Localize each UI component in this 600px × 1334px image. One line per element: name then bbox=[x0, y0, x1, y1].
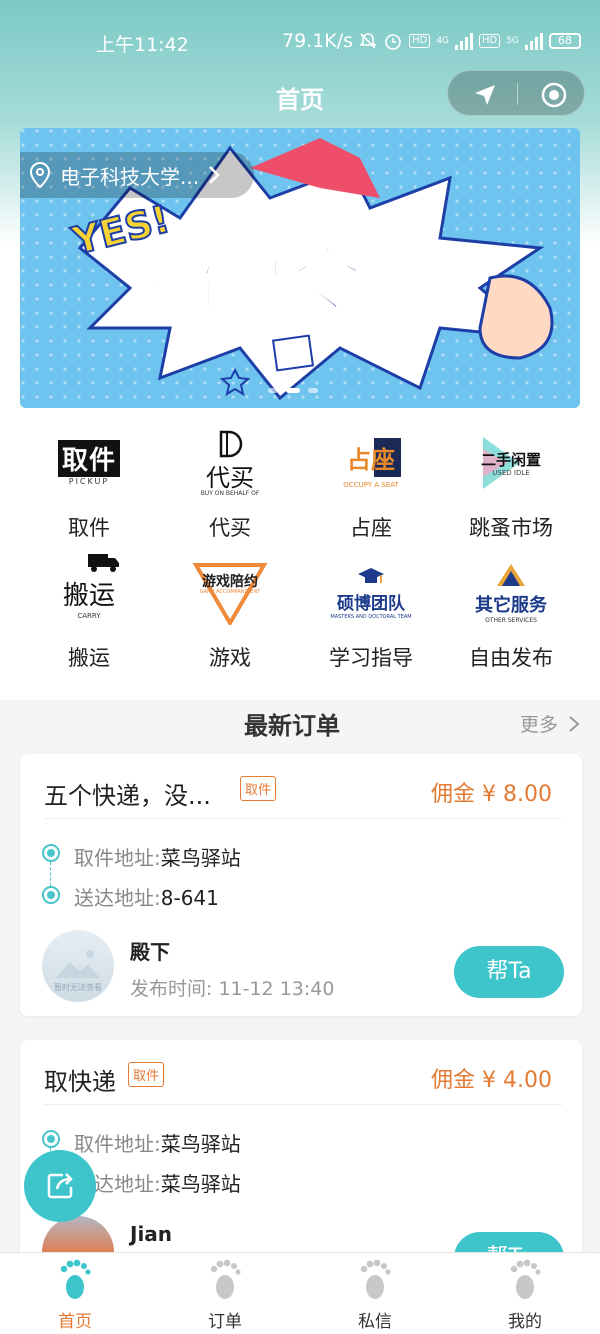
pickup-dot-icon bbox=[42, 1130, 60, 1148]
banner-dot[interactable] bbox=[286, 388, 300, 393]
mini-program-capsule bbox=[447, 70, 585, 116]
footprint-icon bbox=[60, 1259, 91, 1299]
banner-dot[interactable] bbox=[308, 388, 318, 393]
banner-pagination bbox=[268, 388, 318, 393]
avatar-caption: 暂时无法查看 bbox=[54, 983, 102, 992]
service-carry[interactable]: 搬运 CARRY 搬运 bbox=[14, 548, 164, 672]
close-miniprogram-icon[interactable] bbox=[540, 81, 568, 109]
chevron-right-icon bbox=[569, 716, 580, 732]
banner-dot[interactable] bbox=[268, 388, 278, 393]
study-logo-icon: 硕博团队 MASTERS AND DOCTORAL TEAM bbox=[296, 548, 446, 638]
service-label: 代买 bbox=[209, 516, 251, 540]
mute-icon bbox=[359, 33, 378, 49]
order-type-tag: 取件 bbox=[128, 1062, 165, 1087]
order-type-tag: 取件 bbox=[240, 776, 277, 801]
footprint-icon bbox=[510, 1259, 541, 1299]
status-bar: 上午11:42 79.1K/s HD 4G HD 5G 68 bbox=[0, 24, 600, 60]
network-type-4g: 4G bbox=[436, 36, 450, 46]
capsule-divider bbox=[517, 83, 518, 105]
publisher-name: Jian bbox=[130, 1222, 173, 1246]
footprint-icon bbox=[210, 1259, 241, 1299]
signal-icon bbox=[455, 32, 474, 50]
tab-messages[interactable]: 私信 bbox=[300, 1259, 450, 1332]
carry-logo-icon: 搬运 CARRY bbox=[14, 548, 164, 638]
service-label: 学习指导 bbox=[329, 646, 413, 670]
tab-label: 我的 bbox=[508, 1312, 542, 1332]
tab-orders[interactable]: 订单 bbox=[150, 1259, 300, 1332]
service-label: 自由发布 bbox=[469, 646, 553, 670]
network-speed: 79.1K/s bbox=[282, 30, 354, 52]
campus-location-selector[interactable]: 电子科技大学... bbox=[20, 152, 254, 198]
tab-label: 私信 bbox=[358, 1312, 392, 1332]
service-label: 游戏 bbox=[209, 646, 251, 670]
campus-name: 电子科技大学... bbox=[60, 164, 200, 189]
tab-label: 订单 bbox=[208, 1312, 242, 1332]
battery-icon: 68 bbox=[548, 33, 581, 49]
help-button[interactable]: 帮Ta bbox=[454, 946, 564, 998]
map-pin-icon bbox=[29, 161, 51, 189]
free-post-logo-icon: 其它服务 OTHER SERVICES bbox=[436, 548, 586, 638]
chevron-right-icon bbox=[209, 166, 220, 184]
more-orders-link[interactable]: 更多 bbox=[520, 710, 580, 737]
order-title: 五个快递，没... bbox=[44, 782, 211, 810]
seat-logo-icon: 占座 OCCUPY A SEAT bbox=[296, 418, 446, 508]
card-divider bbox=[44, 818, 562, 819]
service-game[interactable]: 游戏陪约 GAME ACCOMPANIMENT 游戏 bbox=[155, 548, 305, 672]
service-label: 取件 bbox=[68, 516, 110, 540]
deliver-address: 送达地址:菜鸟驿站 bbox=[74, 1172, 241, 1196]
service-label: 占座 bbox=[350, 516, 392, 540]
share-button[interactable] bbox=[24, 1150, 96, 1222]
bottom-tab-bar: 首页 订单 私信 我的 bbox=[0, 1252, 600, 1334]
alarm-icon bbox=[385, 34, 401, 50]
service-pickup[interactable]: 取件 PICKUP 取件 bbox=[14, 418, 164, 542]
service-free-post[interactable]: 其它服务 OTHER SERVICES 自由发布 bbox=[436, 548, 586, 672]
pickup-address: 取件地址:菜鸟驿站 bbox=[74, 1132, 241, 1156]
tab-home[interactable]: 首页 bbox=[0, 1259, 150, 1332]
publisher-name: 殿下 bbox=[130, 940, 170, 964]
service-grid: 取件 PICKUP 取件 代买 BUY ON BEHALF OF 代买 占座 O… bbox=[0, 410, 600, 700]
order-card[interactable]: 五个快递，没... 取件 佣金 ¥ 8.00 取件地址:菜鸟驿站 送达地址:8-… bbox=[20, 754, 582, 1016]
service-seat[interactable]: 占座 OCCUPY A SEAT 占座 bbox=[296, 418, 446, 542]
service-label: 搬运 bbox=[68, 646, 110, 670]
tab-label: 首页 bbox=[58, 1312, 92, 1332]
share-icon bbox=[47, 1173, 73, 1199]
game-logo-icon: 游戏陪约 GAME ACCOMPANIMENT bbox=[155, 548, 305, 638]
deliver-dot-icon bbox=[42, 886, 60, 904]
banner-headline: 招募令 bbox=[147, 238, 364, 323]
hd-badge: HD bbox=[409, 34, 431, 48]
buy-logo-icon: 代买 BUY ON BEHALF OF bbox=[155, 418, 305, 508]
order-commission: 佣金 ¥ 4.00 bbox=[431, 1068, 552, 1093]
card-divider bbox=[44, 1104, 562, 1105]
status-icons: 79.1K/s HD 4G HD 5G 68 bbox=[282, 30, 581, 52]
tab-profile[interactable]: 我的 bbox=[450, 1259, 600, 1332]
location-arrow-icon[interactable] bbox=[472, 82, 498, 108]
route-line bbox=[50, 862, 51, 886]
deliver-address: 送达地址:8-641 bbox=[74, 886, 219, 910]
avatar: 暂时无法查看 bbox=[42, 930, 114, 1002]
latest-orders-header: 最新订单 更多 bbox=[0, 700, 600, 746]
status-time: 上午11:42 bbox=[96, 34, 189, 56]
pickup-address: 取件地址:菜鸟驿站 bbox=[74, 846, 241, 870]
service-label: 跳蚤市场 bbox=[469, 516, 553, 540]
pickup-dot-icon bbox=[42, 844, 60, 862]
order-commission: 佣金 ¥ 8.00 bbox=[431, 782, 552, 807]
footprint-icon bbox=[360, 1259, 391, 1299]
section-title: 最新订单 bbox=[244, 712, 340, 740]
flea-market-logo-icon: 二手闲置 USED IDLE bbox=[436, 418, 586, 508]
service-buy-for-me[interactable]: 代买 BUY ON BEHALF OF 代买 bbox=[155, 418, 305, 542]
service-study-guide[interactable]: 硕博团队 MASTERS AND DOCTORAL TEAM 学习指导 bbox=[296, 548, 446, 672]
order-title: 取快递 bbox=[44, 1068, 116, 1096]
publish-time: 发布时间: 11-12 13:40 bbox=[130, 978, 335, 1000]
signal-icon-2 bbox=[524, 32, 543, 50]
more-label: 更多 bbox=[519, 714, 558, 736]
pickup-logo-icon: 取件 PICKUP bbox=[14, 418, 164, 508]
network-type-5g: 5G bbox=[506, 36, 519, 46]
hd-badge-2: HD bbox=[479, 34, 501, 48]
service-flea-market[interactable]: 二手闲置 USED IDLE 跳蚤市场 bbox=[436, 418, 586, 542]
